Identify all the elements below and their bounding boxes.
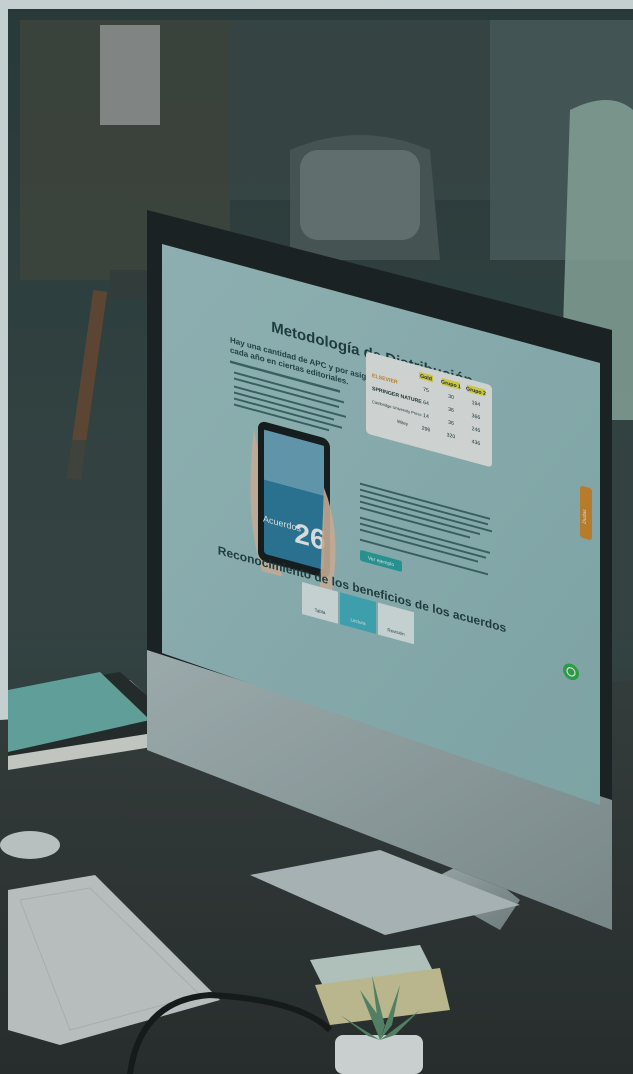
photo-scene: Metodología de Distribución Hay una cant… bbox=[0, 0, 633, 1074]
office-photo: Metodología de Distribución Hay una cant… bbox=[0, 0, 633, 1074]
photo-tint bbox=[0, 0, 633, 1074]
